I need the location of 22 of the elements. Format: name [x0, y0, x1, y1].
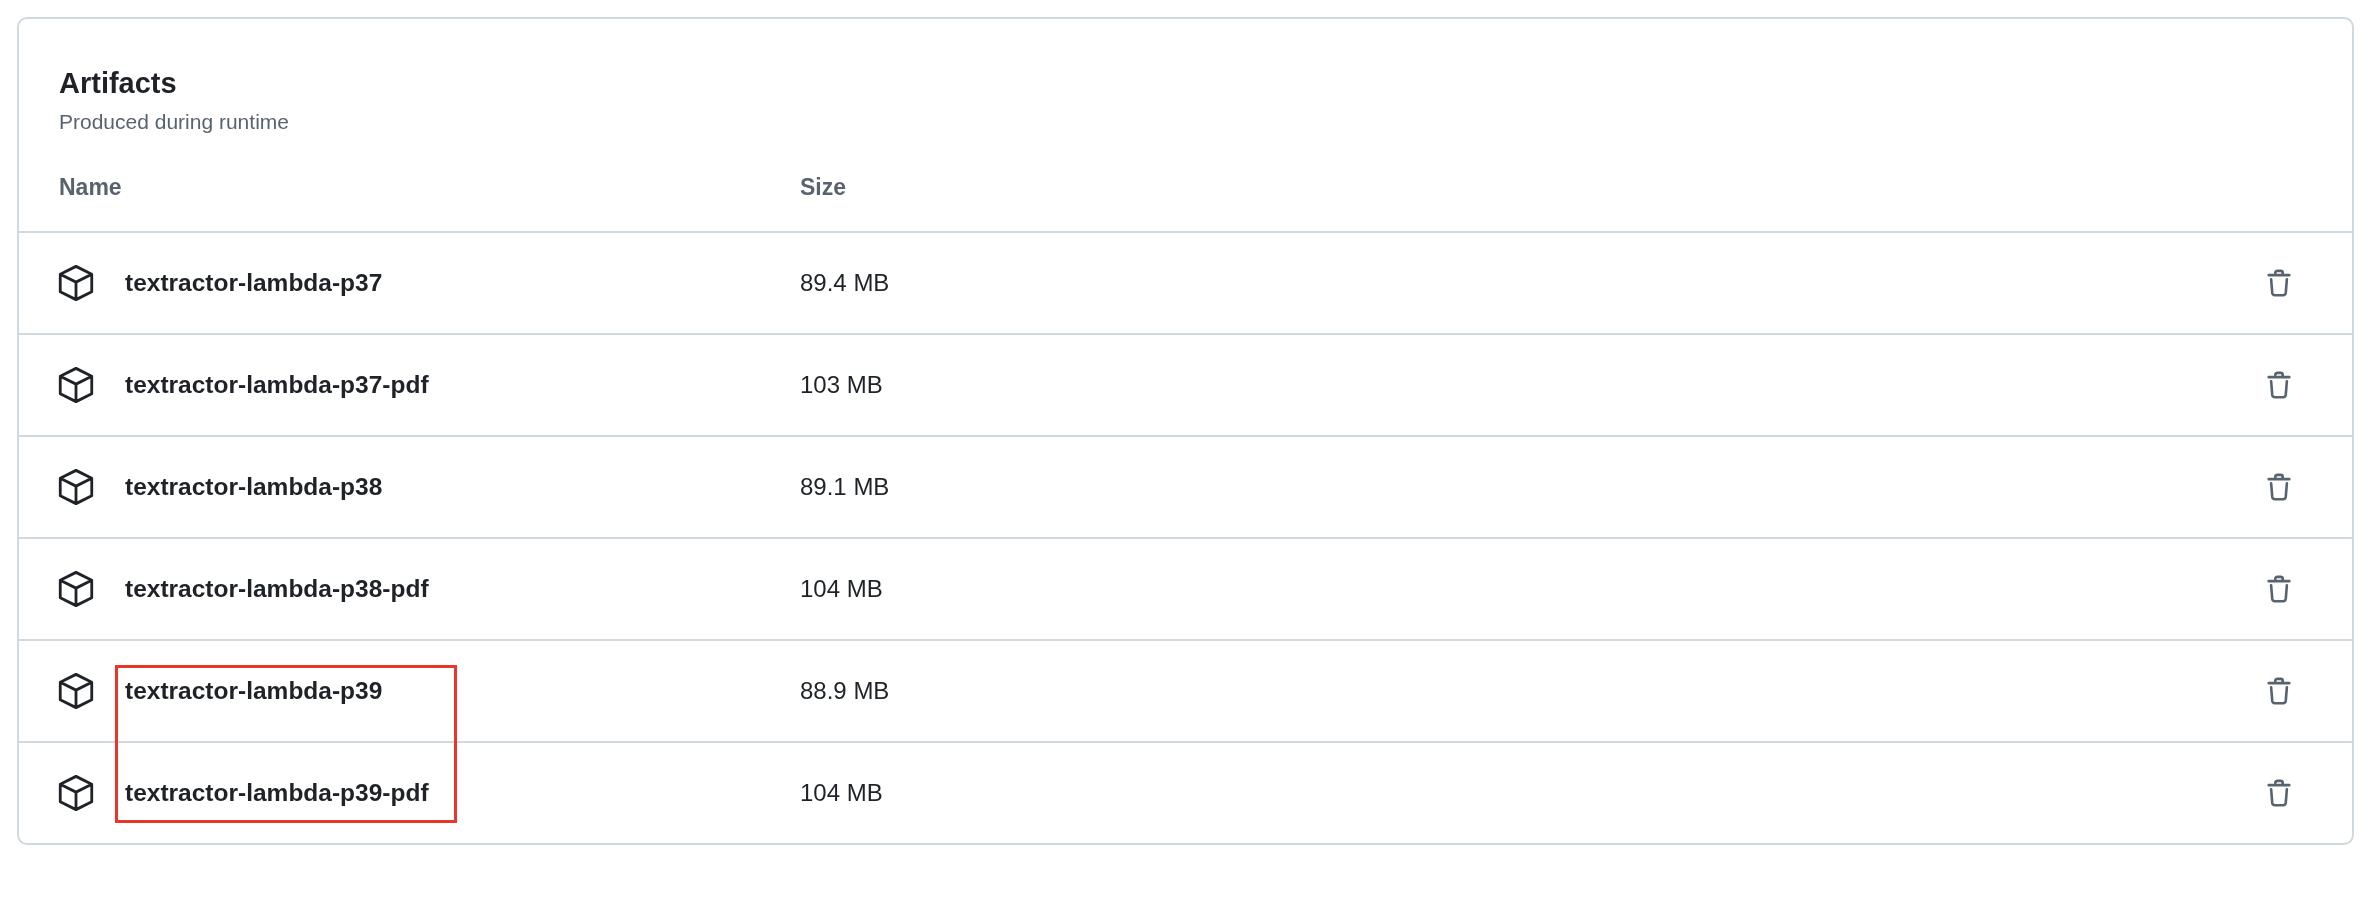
- panel-subtitle: Produced during runtime: [59, 109, 290, 135]
- artifact-link[interactable]: textractor-lambda-p38-pdf: [125, 575, 429, 603]
- artifact-size: 89.4 MB: [800, 269, 891, 297]
- delete-icon[interactable]: [2264, 573, 2294, 605]
- delete-icon[interactable]: [2264, 267, 2294, 299]
- column-header: Size: [800, 173, 847, 201]
- artifact-link[interactable]: textractor-lambda-p37-pdf: [125, 371, 429, 399]
- delete-icon[interactable]: [2264, 675, 2294, 707]
- artifact-link[interactable]: textractor-lambda-p37: [125, 269, 383, 297]
- artifact-size: 104 MB: [800, 779, 884, 807]
- artifact-size: 104 MB: [800, 575, 884, 603]
- artifact-link[interactable]: textractor-lambda-p39: [125, 677, 383, 705]
- artifact-size: 103 MB: [800, 371, 884, 399]
- column-header: Name: [59, 173, 123, 201]
- delete-icon[interactable]: [2264, 777, 2294, 809]
- delete-icon[interactable]: [2264, 369, 2294, 401]
- artifact-link[interactable]: textractor-lambda-p39-pdf: [125, 779, 429, 807]
- delete-icon[interactable]: [2264, 471, 2294, 503]
- artifact-size: 89.1 MB: [800, 473, 891, 501]
- artifact-size: 88.9 MB: [800, 677, 891, 705]
- artifact-link[interactable]: textractor-lambda-p38: [125, 473, 383, 501]
- panel-title: Artifacts: [59, 66, 178, 101]
